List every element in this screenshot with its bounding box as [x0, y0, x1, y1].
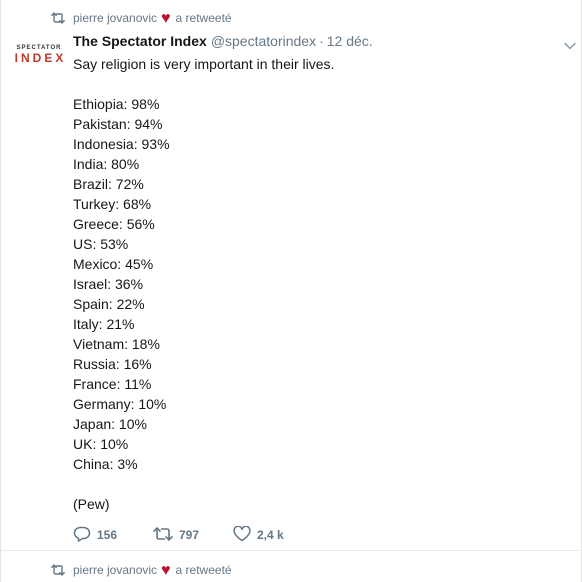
- stat-line: Germany: 10%: [73, 396, 167, 412]
- stat-line: Russia: 16%: [73, 356, 152, 372]
- stat-line: Ethiopia: 98%: [73, 96, 160, 112]
- stat-line: India: 80%: [73, 156, 140, 172]
- stat-line: UK: 10%: [73, 436, 129, 452]
- stat-line: Greece: 56%: [73, 216, 155, 232]
- heart-outline-icon: [233, 525, 251, 545]
- stat-line: Italy: 21%: [73, 316, 135, 332]
- timeline: pierre jovanovic ♥ a retweeté SPECTATOR …: [0, 0, 582, 582]
- tweet-actions: 156 797 2,4 k: [73, 524, 313, 546]
- tweet-text: Say religion is very important in their …: [73, 54, 553, 514]
- stat-line: France: 11%: [73, 376, 152, 392]
- header-separator: ·: [319, 33, 324, 49]
- retweet-icon: [51, 564, 65, 576]
- stat-line: Japan: 10%: [73, 416, 147, 432]
- stat-line: Brazil: 72%: [73, 176, 144, 192]
- stat-list: Ethiopia: 98% Pakistan: 94% Indonesia: 93%…: [73, 94, 553, 474]
- heart-icon: ♥: [161, 562, 171, 579]
- retweet-icon: [51, 12, 65, 24]
- like-count: 2,4 k: [257, 528, 284, 542]
- retweet-context: pierre jovanovic ♥ a retweeté: [51, 10, 232, 27]
- stat-line: Turkey: 68%: [73, 196, 152, 212]
- tweet-intro: Say religion is very important in their …: [73, 56, 335, 72]
- retweet-suffix: a retweeté: [175, 563, 232, 577]
- stat-line: China: 3%: [73, 456, 138, 472]
- tweet-source: (Pew): [73, 496, 110, 512]
- like-button[interactable]: 2,4 k: [233, 525, 313, 545]
- stat-line: Pakistan: 94%: [73, 116, 163, 132]
- author-fullname[interactable]: The Spectator Index: [73, 33, 207, 49]
- tweet-timestamp[interactable]: 12 déc.: [327, 33, 373, 49]
- stat-line: Spain: 22%: [73, 296, 145, 312]
- stat-line: Indonesia: 93%: [73, 136, 170, 152]
- tweet-header: The Spectator Index @spectatorindex · 12…: [73, 33, 373, 49]
- reply-count: 156: [97, 528, 118, 542]
- next-retweet-context: pierre jovanovic ♥ a retweeté: [51, 562, 232, 579]
- heart-icon: ♥: [161, 10, 171, 27]
- stat-line: Israel: 36%: [73, 276, 144, 292]
- stat-line: US: 53%: [73, 236, 129, 252]
- chevron-down-icon[interactable]: [564, 38, 576, 50]
- stat-line: Mexico: 45%: [73, 256, 154, 272]
- retweeter-name[interactable]: pierre jovanovic: [73, 11, 157, 25]
- author-handle[interactable]: @spectatorindex: [211, 33, 316, 49]
- avatar[interactable]: SPECTATOR INDEX: [13, 44, 65, 74]
- tweet[interactable]: pierre jovanovic ♥ a retweeté SPECTATOR …: [1, 0, 581, 551]
- stat-line: Vietnam: 18%: [73, 336, 160, 352]
- avatar-logo-bottom: INDEX: [14, 51, 67, 65]
- retweeter-name[interactable]: pierre jovanovic: [73, 563, 157, 577]
- retweet-button[interactable]: 797: [153, 526, 233, 545]
- retweet-count: 797: [179, 528, 200, 542]
- retweet-icon: [153, 526, 173, 545]
- reply-button[interactable]: 156: [73, 526, 153, 545]
- retweet-suffix: a retweeté: [175, 11, 232, 25]
- reply-icon: [73, 526, 91, 545]
